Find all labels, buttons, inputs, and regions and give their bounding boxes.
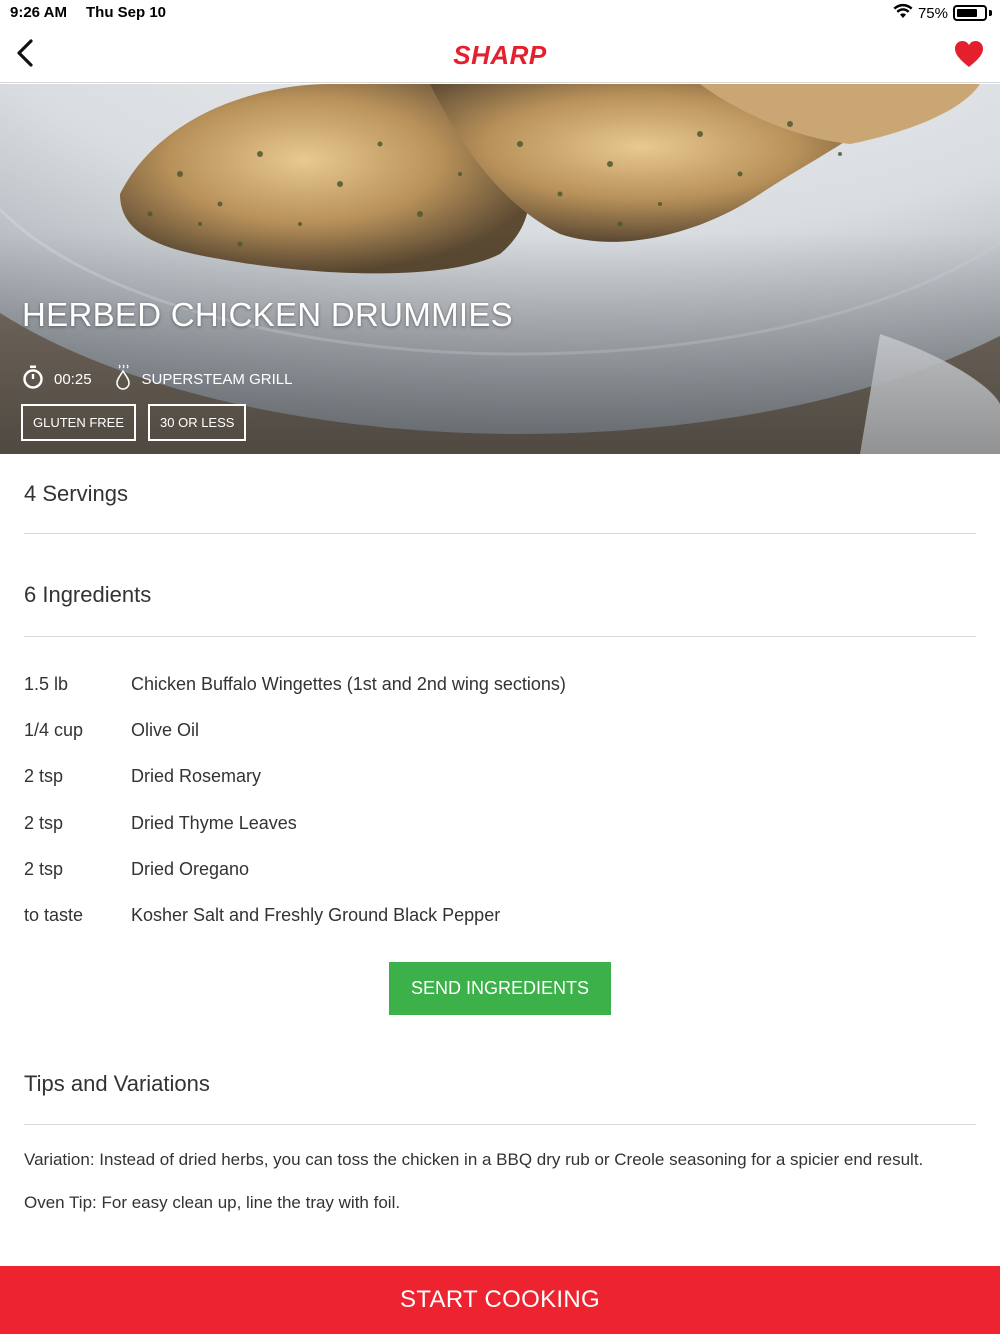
ingredient-row: 2 tsp Dried Thyme Leaves: [24, 813, 976, 859]
ingredient-quantity: to taste: [24, 904, 84, 925]
ingredients-heading: 6 Ingredients: [24, 582, 152, 607]
favorite-button[interactable]: [954, 40, 986, 72]
ingredient-name: Kosher Salt and Freshly Ground Black Pep…: [131, 904, 501, 925]
sharp-logo: SHARP: [453, 40, 547, 70]
battery-tip: [989, 10, 992, 16]
ingredient-quantity: 2 tsp: [24, 766, 64, 787]
cook-mode: SUPERSTEAM GRILL: [114, 364, 293, 394]
recipe-hero: HERBED CHICKEN DRUMMIES 00:25 SUPERSTEAM…: [0, 84, 1000, 454]
steam-drop-icon: [114, 364, 132, 394]
battery-percent: 75%: [917, 4, 948, 22]
ingredient-name: Dried Rosemary: [131, 766, 262, 787]
servings-label: 4 Servings: [24, 480, 128, 506]
send-ingredients-wrap: SEND INGREDIENTS: [24, 962, 976, 1016]
cook-time-value: 00:25: [54, 370, 92, 388]
ingredient-name: Dried Thyme Leaves: [131, 812, 297, 833]
tips-body: Variation: Instead of dried herbs, you c…: [24, 1125, 976, 1214]
tip-paragraph: Variation: Instead of dried herbs, you c…: [24, 1150, 924, 1170]
ingredient-quantity: 1/4 cup: [24, 720, 84, 741]
start-cooking-button[interactable]: START COOKING: [0, 1266, 1000, 1334]
ingredient-name: Chicken Buffalo Wingettes (1st and 2nd w…: [131, 674, 566, 694]
ingredient-row: to taste Kosher Salt and Freshly Ground …: [24, 905, 976, 951]
send-ingredients-button[interactable]: SEND INGREDIENTS: [389, 962, 611, 1016]
status-bar: 9:26 AM Thu Sep 10 75%: [0, 0, 1000, 28]
status-date: Thu Sep 10: [86, 4, 167, 21]
recipe-title: HERBED CHICKEN DRUMMIES: [22, 296, 513, 333]
ingredient-name: Dried Oregano: [131, 858, 250, 879]
ingredient-quantity: 1.5 lb: [24, 674, 69, 694]
ingredient-quantity: 2 tsp: [24, 812, 64, 833]
recipe-meta: 00:25 SUPERSTEAM GRILL: [22, 364, 314, 394]
ingredient-row: 1.5 lb Chicken Buffalo Wingettes (1st an…: [24, 674, 976, 720]
heart-icon: [954, 41, 984, 72]
ingredient-list: 1.5 lb Chicken Buffalo Wingettes (1st an…: [24, 637, 976, 951]
ingredient-row: 2 tsp Dried Oregano: [24, 859, 976, 905]
ingredient-row: 2 tsp Dried Rosemary: [24, 766, 976, 812]
status-indicators: 75%: [893, 3, 992, 23]
status-time: 9:26 AM: [10, 4, 67, 21]
recipe-content: 4 Servings 6 Ingredients 1.5 lb Chicken …: [24, 454, 976, 1235]
ingredient-name: Olive Oil: [131, 720, 200, 741]
servings-row[interactable]: 4 Servings: [24, 454, 976, 534]
ingredient-row: 1/4 cup Olive Oil: [24, 720, 976, 766]
hero-overlay: [0, 84, 1000, 454]
battery-level: [957, 9, 977, 17]
ingredients-header: 6 Ingredients: [24, 534, 976, 637]
cook-time: 00:25: [22, 365, 92, 393]
nav-bar: SHARP: [0, 28, 1000, 83]
wifi-icon: [893, 3, 913, 23]
cook-mode-label: SUPERSTEAM GRILL: [141, 370, 293, 388]
tip-paragraph: Oven Tip: For easy clean up, line the tr…: [24, 1193, 401, 1213]
ingredient-quantity: 2 tsp: [24, 858, 64, 879]
stopwatch-icon: [22, 365, 44, 393]
tips-header: Tips and Variations: [24, 1015, 976, 1126]
tips-heading: Tips and Variations: [24, 1071, 210, 1097]
tag-30-or-less[interactable]: 30 OR LESS: [148, 404, 247, 441]
battery-icon: [953, 5, 987, 21]
tag-gluten-free[interactable]: GLUTEN FREE: [21, 404, 137, 441]
recipe-tags: GLUTEN FREE 30 OR LESS: [21, 404, 247, 441]
